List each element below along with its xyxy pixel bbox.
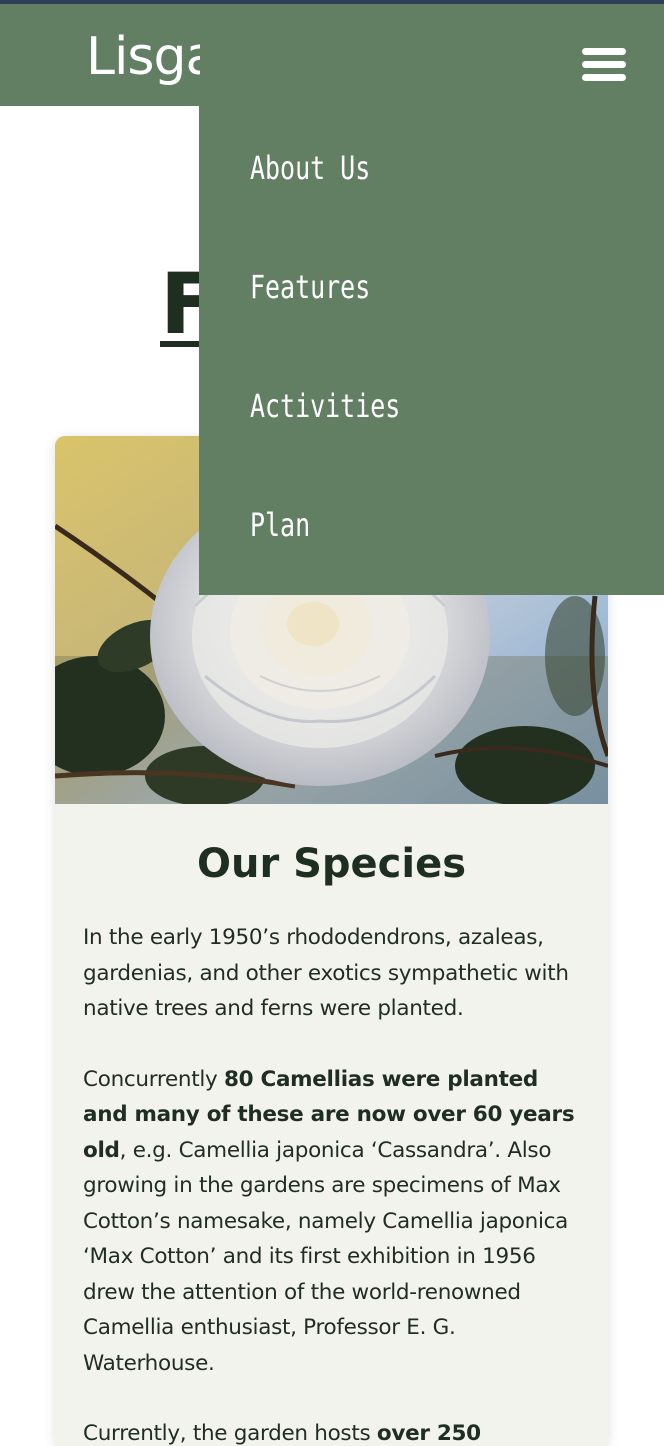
card-heading: Our Species: [196, 841, 467, 887]
card-body-text: In the early 1950’s rhododendrons, azale…: [83, 920, 588, 1446]
site-header: Lisgar Gardens: [0, 4, 664, 106]
nav-item-activities[interactable]: Activities: [250, 386, 400, 426]
nav-item-features[interactable]: Features: [250, 267, 370, 307]
paragraph-current: Currently, the garden hosts over 250: [83, 1416, 588, 1446]
nav-dropdown-menu: About Us Features Activities Plan: [199, 106, 664, 595]
paragraph-intro: In the early 1950’s rhododendrons, azale…: [83, 925, 569, 1021]
nav-item-plan[interactable]: Plan: [250, 505, 310, 545]
paragraph-text: Currently, the garden hosts: [83, 1421, 377, 1446]
paragraph-text: Concurrently: [83, 1066, 224, 1092]
nav-item-about-us[interactable]: About Us: [250, 148, 370, 188]
site-logo[interactable]: Lisgar Gardens: [86, 26, 200, 96]
hamburger-menu-icon[interactable]: [578, 44, 628, 86]
paragraph-text: , e.g. Camellia japonica ‘Cassandra’. Al…: [83, 1137, 569, 1376]
paragraph-camellias: Concurrently 80 Camellias were planted a…: [83, 1062, 588, 1382]
bold-highlight: over 250: [376, 1421, 481, 1446]
